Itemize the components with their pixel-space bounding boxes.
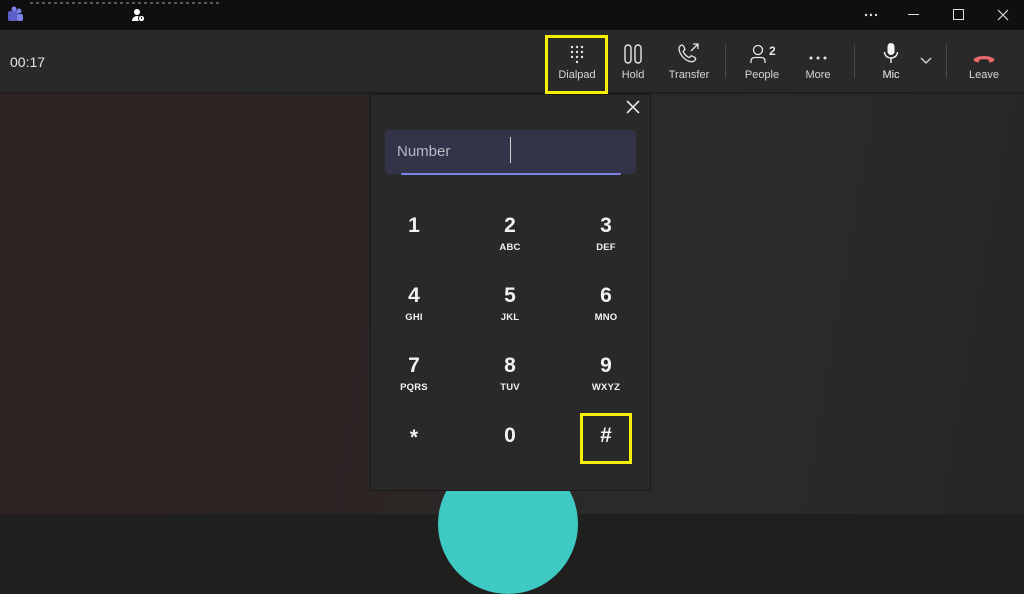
transfer-icon (678, 43, 699, 63)
title-bar (0, 0, 1024, 30)
leave-label: Leave (969, 69, 999, 81)
more-icon (809, 56, 827, 60)
mic-label: Mic (882, 69, 900, 81)
key-digit: 2 (504, 214, 516, 237)
presence-icon[interactable] (130, 7, 146, 23)
more-label: More (805, 69, 831, 81)
dialpad-key-3[interactable]: 3 DEF (566, 214, 646, 270)
more-actions-button[interactable]: More (800, 30, 836, 92)
window-title-bar-text (30, 2, 220, 4)
number-input-underline (401, 173, 621, 175)
dialpad-key-5[interactable]: 5 JKL (470, 284, 550, 340)
minimize-button[interactable] (891, 0, 937, 30)
call-timer: 00:17 (10, 54, 46, 70)
microphone-icon (883, 43, 899, 63)
leave-button[interactable]: Leave (966, 30, 1002, 92)
close-icon (626, 100, 640, 114)
key-letters: DEF (596, 242, 616, 253)
key-digit: * (409, 426, 419, 449)
people-count-badge: 2 (769, 44, 776, 58)
toolbar-divider (854, 44, 855, 78)
dialpad-key-4[interactable]: 4 GHI (374, 284, 454, 340)
key-letters: MNO (594, 312, 618, 323)
key-digit: 3 (600, 214, 612, 237)
people-button[interactable]: 2 People (740, 30, 784, 92)
people-icon (750, 44, 766, 63)
transfer-label: Transfer (668, 69, 710, 81)
people-label: People (744, 69, 780, 81)
pause-icon (624, 44, 642, 64)
key-digit: 5 (504, 284, 516, 307)
dialpad-close-button[interactable] (624, 98, 642, 116)
dialpad-button-highlight (545, 35, 608, 94)
dialpad-key-8[interactable]: 8 TUV (470, 354, 550, 410)
hold-label: Hold (621, 69, 645, 81)
dialpad-key-2[interactable]: 2 ABC (470, 214, 550, 270)
more-icon (864, 13, 878, 17)
key-digit: 0 (504, 424, 516, 447)
key-letters: TUV (500, 382, 520, 393)
key-letters: WXYZ (591, 382, 621, 393)
key-digit: 8 (504, 354, 516, 377)
dialpad-key-0[interactable]: 0 (470, 424, 550, 480)
dialpad-key-9[interactable]: 9 WXYZ (566, 354, 646, 410)
key-digit: 9 (600, 354, 612, 377)
key-letters: GHI (405, 312, 423, 323)
dialpad-key-6[interactable]: 6 MNO (566, 284, 646, 340)
key-digit: 1 (408, 214, 420, 237)
window-more-button[interactable] (848, 0, 894, 30)
key-letters: JKL (500, 312, 520, 323)
mic-button[interactable]: Mic (872, 30, 910, 92)
dialpad-key-1[interactable]: 1 (374, 214, 454, 270)
mic-options-chevron-icon[interactable] (918, 52, 934, 68)
maximize-icon (953, 9, 964, 20)
dialpad-key-7[interactable]: 7 PQRS (374, 354, 454, 410)
call-toolbar: 00:17 Dialpad Hold Transfer 2 People Mor… (0, 30, 1024, 92)
close-window-button[interactable] (980, 0, 1024, 30)
hash-key-highlight (580, 413, 632, 464)
key-digit: 4 (408, 284, 420, 307)
key-digit: 7 (408, 354, 420, 377)
dialpad-key-star[interactable]: * (374, 426, 454, 482)
key-letters: PQRS (400, 382, 428, 393)
text-caret (510, 137, 511, 163)
hang-up-icon (973, 56, 995, 63)
maximize-button[interactable] (936, 0, 982, 30)
toolbar-divider (946, 44, 947, 78)
toolbar-divider (725, 44, 726, 78)
transfer-button[interactable]: Transfer (664, 30, 714, 92)
key-digit: 6 (600, 284, 612, 307)
minimize-icon (908, 14, 919, 15)
teams-logo-icon (6, 6, 24, 24)
key-letters: ABC (499, 242, 521, 253)
close-icon (997, 9, 1009, 21)
hold-button[interactable]: Hold (612, 30, 654, 92)
